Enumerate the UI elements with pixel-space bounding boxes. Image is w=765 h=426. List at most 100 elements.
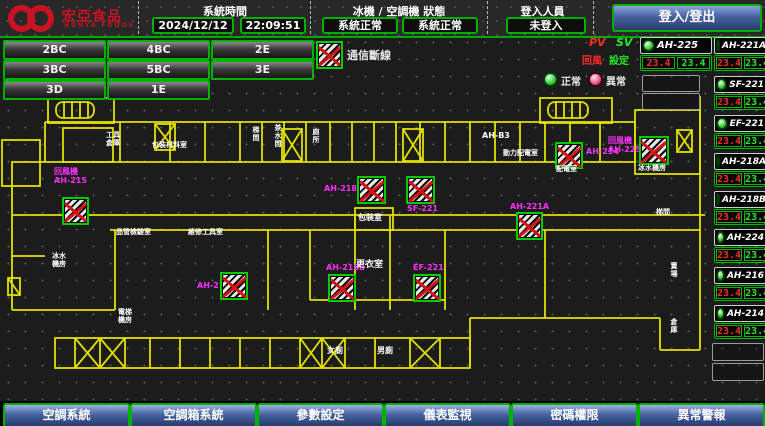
sv-value: 23.4 (744, 173, 765, 185)
sv-value: 23.4 (744, 135, 765, 147)
unit-entry-ah-214[interactable]: AH-214 (714, 305, 765, 322)
pv-value: 23.4 (716, 249, 742, 261)
map-unit-icon-offline[interactable] (639, 136, 669, 165)
floor-button-2bc[interactable]: 2BC (3, 40, 106, 60)
map-unit-icon-offline[interactable] (406, 176, 435, 204)
unit-entry-ah-218b[interactable]: AH-218B (714, 191, 765, 208)
header-separator (593, 1, 594, 34)
pv-sub-label: 回風 (582, 52, 602, 67)
floor-button-3e[interactable]: 3E (211, 60, 314, 80)
normal-label: 正常 (561, 73, 581, 88)
comm-loss-label: 通信斷線 (347, 47, 391, 63)
sv-value: 23.4 (744, 211, 765, 223)
bottom-toolbar: 空調系統 空調箱系統 參數設定 儀表監視 密碼權限 異常警報 (0, 401, 765, 426)
toolbar-button-ahu-system[interactable]: 空調箱系統 (130, 403, 257, 426)
toolbar-button-param-settings[interactable]: 參數設定 (257, 403, 384, 426)
unit-entry-ah-221a[interactable]: AH-221A (714, 37, 765, 54)
map-unit-icon-offline[interactable] (413, 274, 441, 302)
empty-slot (642, 75, 700, 92)
room-label: 梯間 (656, 208, 670, 216)
unit-name: AH-216 (727, 271, 764, 281)
floor-button-4bc[interactable]: 4BC (107, 40, 210, 60)
unit-name: AH-214 (727, 309, 764, 319)
login-logout-button[interactable]: 登入/登出 (612, 4, 762, 32)
room-label: 包裝室 (358, 214, 382, 222)
unit-values: 23.4 23.4 (714, 285, 765, 301)
normal-lamp-icon (543, 72, 558, 87)
toolbar-button-alarm[interactable]: 異常警報 (638, 403, 765, 426)
floor-button-5bc[interactable]: 5BC (107, 60, 210, 80)
unit-entry-ah-224[interactable]: AH-224 (714, 229, 765, 246)
unit-status-lamp-icon (716, 39, 720, 52)
unit-entry-ef-221[interactable]: EF-221 (714, 115, 765, 132)
map-unit-icon-offline[interactable] (62, 197, 89, 225)
room-label: 賣場 (670, 262, 678, 278)
login-user-badge: 未登入 (506, 17, 586, 34)
header-separator (138, 1, 139, 34)
pv-value: 23.4 (642, 57, 675, 69)
unit-values: 23.4 23.4 (714, 171, 765, 187)
map-unit-label: SF-221 (407, 204, 438, 213)
floor-button-1e[interactable]: 1E (107, 80, 210, 100)
sv-value: 23.4 (744, 287, 765, 299)
map-unit-icon-offline[interactable] (220, 272, 248, 300)
toolbar-button-hvac-system[interactable]: 空調系統 (3, 403, 130, 426)
room-label: 工具 倉庫 (106, 131, 120, 147)
pv-value: 23.4 (716, 57, 742, 69)
unit-values: 23.4 23.4 (714, 209, 765, 225)
header-separator (487, 1, 488, 34)
system-date-display: 2024/12/12 (152, 17, 234, 34)
sv-value: 23.4 (744, 325, 765, 337)
abnormal-label: 異常 (606, 73, 626, 88)
unit-status-lamp-icon (716, 231, 725, 244)
room-label: 廁所 (312, 128, 320, 144)
empty-slot (712, 343, 764, 361)
unit-entry-ah-225[interactable]: AH-225 (640, 37, 712, 54)
sv-value: 23.4 (744, 57, 765, 69)
unit-status-lamp-icon (716, 155, 720, 168)
unit-name: SF-221 (729, 80, 764, 90)
map-unit-icon-offline[interactable] (328, 274, 356, 302)
map-unit-label: EF-221 (413, 263, 444, 272)
room-label: 冰水機房 (638, 164, 666, 172)
floor-button-3d[interactable]: 3D (3, 80, 106, 100)
sv-sub-label: 設定 (609, 52, 629, 67)
room-label: 維修工具室 (188, 228, 223, 236)
empty-slot (642, 93, 700, 110)
room-label: 包裝材料室 (152, 141, 187, 149)
unit-name: AH-218B (722, 195, 765, 205)
toolbar-button-password-auth[interactable]: 密碼權限 (511, 403, 638, 426)
map-unit-icon-offline[interactable] (357, 176, 386, 204)
unit-values-ah-225: 23.4 23.4 (640, 55, 712, 71)
pv-value: 23.4 (716, 96, 742, 108)
unit-status-lamp-icon (716, 307, 725, 320)
hmi-screen: 宏亞食品 HUNYA FOODS 系統時間 2024/12/12 22:09:5… (0, 0, 765, 426)
toolbar-button-meter-monitor[interactable]: 儀表監視 (384, 403, 511, 426)
room-label: 電梯 機房 (118, 308, 132, 324)
room-label: 倉庫 (670, 318, 678, 334)
map-unit-icon-offline[interactable] (516, 212, 543, 240)
room-label: 男廁 (377, 347, 393, 355)
comm-loss-icon (316, 41, 343, 69)
floor-button-2e[interactable]: 2E (211, 40, 314, 60)
room-label: 動力配電室 (503, 149, 538, 157)
header-separator (310, 1, 311, 34)
floor-button-3bc[interactable]: 3BC (3, 60, 106, 80)
unit-entry-ah-216[interactable]: AH-216 (714, 267, 765, 284)
chiller-status-badge: 系統正常 (322, 17, 398, 34)
unit-entry-sf-221[interactable]: SF-221 (714, 76, 765, 93)
unit-status-lamp-icon (716, 78, 727, 91)
sv-value: 23.4 (744, 249, 765, 261)
map-unit-label: AH-221A (510, 202, 549, 211)
unit-status-lamp-icon (642, 39, 655, 52)
unit-entry-ah-218a[interactable]: AH-218A (714, 153, 765, 170)
map-unit-label: 回風機AH-215 (54, 167, 87, 185)
brand-name-en: HUNYA FOODS (64, 22, 135, 29)
sv-value: 23.4 (677, 57, 710, 69)
room-label: 冰水 機房 (52, 252, 66, 268)
unit-name: AH-224 (727, 233, 764, 243)
room-label: 女廁 (327, 347, 343, 355)
pv-label: PV (589, 36, 606, 49)
ahu-status-badge: 系統正常 (402, 17, 478, 34)
unit-values: 23.4 23.4 (714, 323, 765, 339)
